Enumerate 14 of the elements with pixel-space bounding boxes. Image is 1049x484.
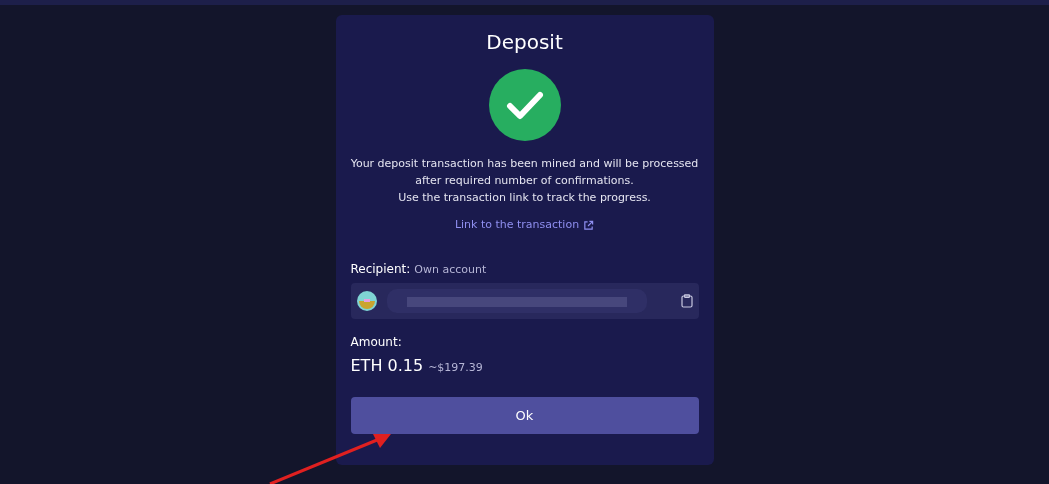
message-text: Use the transaction link to track the progress. <box>398 190 651 206</box>
avatar-icon <box>356 291 377 311</box>
amount-label: Amount: <box>350 334 403 351</box>
message-text: Your deposit transaction has been mined and will be processed <box>350 156 699 172</box>
clipboard-icon[interactable] <box>680 294 693 308</box>
recipient-note: Own account <box>414 261 487 278</box>
message-text: after required number of confirmations. <box>415 173 634 189</box>
ok-button[interactable]: Ok <box>350 397 699 434</box>
transaction-link[interactable]: Link to the transaction <box>454 217 595 234</box>
dialog-title: Deposit <box>486 29 563 55</box>
external-link-icon <box>583 219 595 231</box>
recipient-label: Recipient: <box>350 260 411 278</box>
fiat-value: ~$197.39 <box>428 360 483 376</box>
amount-value: ETH 0.15 <box>350 355 424 377</box>
